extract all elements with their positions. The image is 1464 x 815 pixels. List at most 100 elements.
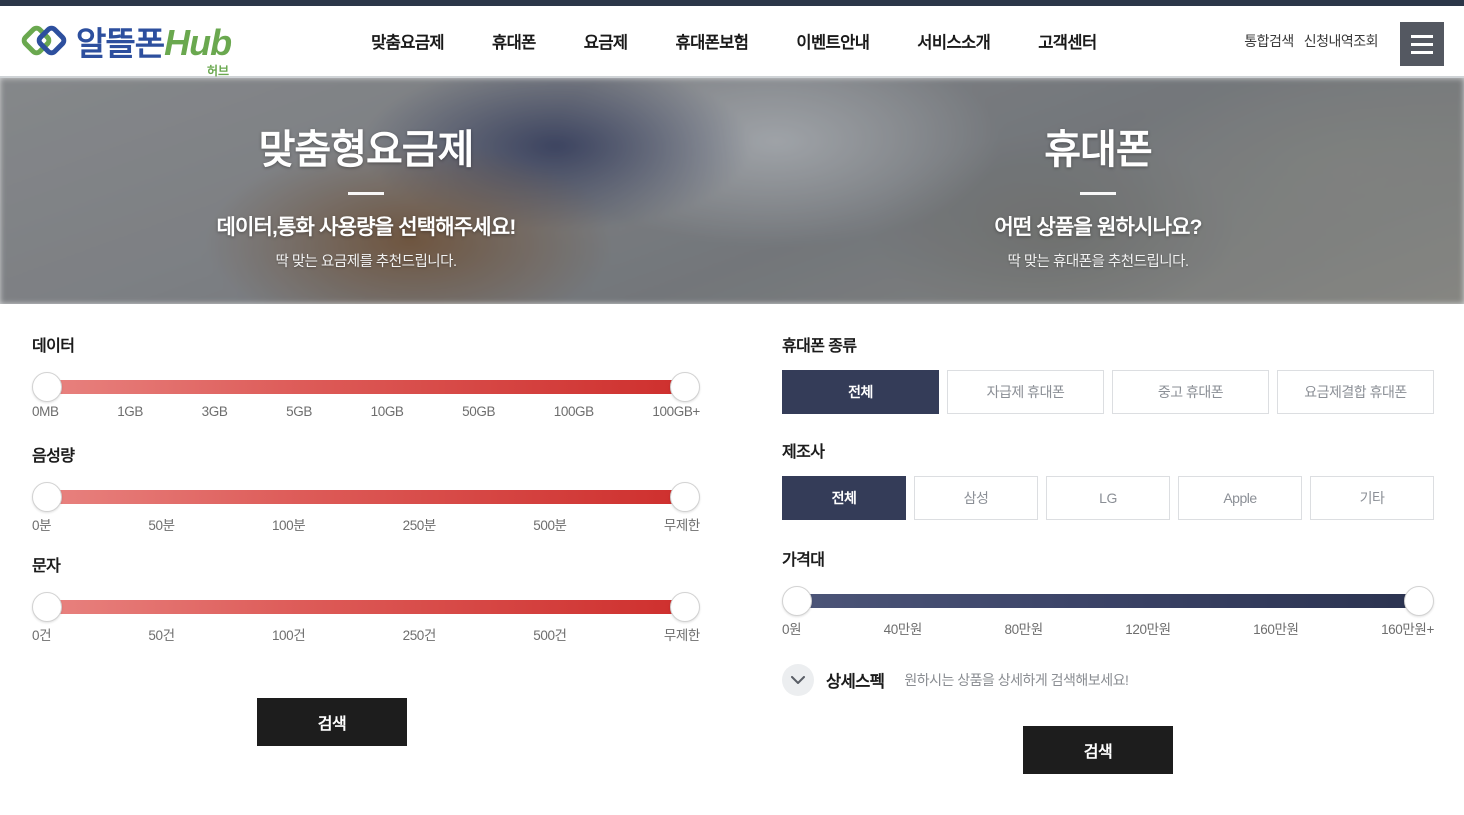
manufacturer-field: 제조사 전체 삼성 LG Apple 기타 (782, 438, 1434, 520)
sms-range-slider[interactable]: 0건 50건 100건 250건 500건 무제한 (32, 590, 700, 643)
data-tick-4: 10GB (370, 404, 404, 419)
nav-item-events[interactable]: 이벤트안내 (796, 29, 870, 53)
detail-spec-toggle[interactable]: 상세스펙 원하시는 상품을 상세하게 검색해보세요! (782, 664, 1434, 696)
sms-slider-ticks: 0건 50건 100건 250건 500건 무제한 (32, 624, 700, 644)
right-search-row: 검색 (782, 726, 1434, 774)
nav-item-service-intro[interactable]: 서비스소개 (917, 29, 991, 53)
data-slider-handle-min[interactable] (32, 372, 62, 402)
price-slider-handle-min[interactable] (782, 586, 812, 616)
nav-item-custom-plan[interactable]: 맞춤요금제 (371, 29, 445, 53)
nav-item-plans[interactable]: 요금제 (584, 29, 628, 53)
logo-diamonds-icon (18, 22, 70, 60)
sms-slider-handle-max[interactable] (670, 592, 700, 622)
price-tick-3: 120만원 (1125, 622, 1171, 637)
sms-tick-3: 250건 (402, 628, 437, 643)
data-slider-handle-max[interactable] (670, 372, 700, 402)
sms-slider-label: 문자 (32, 558, 61, 575)
sms-tick-0: 0건 (32, 628, 52, 643)
voice-tick-5: 무제한 (663, 518, 700, 533)
price-slider-field: 가격대 0원 40만원 80만원 120만원 160만원 160만원+ (782, 546, 1434, 637)
hero-banner: 맞춤형요금제 데이터,통화 사용량을 선택해주세요! 딱 맞는 요금제를 추천드… (0, 78, 1464, 304)
phone-type-option-unlocked[interactable]: 자급제 휴대폰 (947, 370, 1104, 414)
price-tick-1: 40만원 (883, 622, 923, 637)
voice-tick-0: 0분 (32, 518, 52, 533)
phone-type-field: 휴대폰 종류 전체 자급제 휴대폰 중고 휴대폰 요금제결합 휴대폰 (782, 332, 1434, 414)
manufacturer-label: 제조사 (782, 444, 825, 461)
logo-text-sub: 허브 (206, 64, 230, 78)
hero-left-lead: 데이터,통화 사용량을 선택해주세요! (216, 216, 516, 239)
manufacturer-option-all[interactable]: 전체 (782, 476, 906, 520)
nav-item-phones[interactable]: 휴대폰 (492, 29, 536, 53)
hero-right-title: 휴대폰 (1044, 128, 1152, 172)
sms-tick-5: 무제한 (663, 628, 700, 643)
hero-right-sub: 딱 맞는 휴대폰을 추천드립니다. (1007, 254, 1189, 270)
hero-left-divider (348, 192, 384, 195)
utility-link-search[interactable]: 통합검색 (1244, 31, 1294, 51)
data-slider-label: 데이터 (32, 338, 75, 355)
price-slider-ticks: 0원 40만원 80만원 120만원 160만원 160만원+ (782, 618, 1434, 638)
data-tick-3: 5GB (286, 404, 312, 419)
price-tick-0: 0원 (782, 622, 802, 637)
voice-range-slider[interactable]: 0분 50분 100분 250분 500분 무제한 (32, 480, 700, 533)
nav-item-customer-center[interactable]: 고객센터 (1038, 29, 1097, 53)
voice-slider-field: 음성량 0분 50분 100분 250분 500분 무제한 (32, 442, 700, 533)
chevron-down-icon (782, 664, 814, 696)
plan-search-button[interactable]: 검색 (257, 698, 407, 746)
utility-link-history[interactable]: 신청내역조회 (1304, 31, 1379, 51)
phone-type-option-plan-bundle[interactable]: 요금제결합 휴대폰 (1277, 370, 1434, 414)
voice-slider-handle-min[interactable] (32, 482, 62, 512)
price-tick-5: 160만원+ (1381, 622, 1434, 637)
price-slider-handle-max[interactable] (1404, 586, 1434, 616)
logo-text-kr: 알뜰폰 (76, 25, 165, 62)
utility-links: 통합검색 신청내역조회 (1244, 31, 1378, 51)
hero-left-title: 맞춤형요금제 (258, 128, 475, 172)
hero-left: 맞춤형요금제 데이터,통화 사용량을 선택해주세요! 딱 맞는 요금제를 추천드… (0, 78, 732, 304)
price-tick-4: 160만원 (1253, 622, 1299, 637)
phone-search-button[interactable]: 검색 (1023, 726, 1173, 774)
sms-tick-2: 100건 (271, 628, 306, 643)
manufacturer-option-samsung[interactable]: 삼성 (914, 476, 1038, 520)
price-tick-2: 80만원 (1004, 622, 1043, 637)
voice-tick-1: 50분 (148, 518, 175, 533)
phone-type-options: 전체 자급제 휴대폰 중고 휴대폰 요금제결합 휴대폰 (782, 370, 1434, 414)
phone-search-panel: 휴대폰 종류 전체 자급제 휴대폰 중고 휴대폰 요금제결합 휴대폰 제조사 전… (732, 304, 1464, 815)
hero-left-sub: 딱 맞는 요금제를 추천드립니다. (275, 254, 457, 270)
data-slider-track (46, 380, 686, 394)
phone-type-option-all[interactable]: 전체 (782, 370, 939, 414)
manufacturer-option-other[interactable]: 기타 (1310, 476, 1434, 520)
hero-right: 휴대폰 어떤 상품을 원하시나요? 딱 맞는 휴대폰을 추천드립니다. (732, 78, 1464, 304)
voice-slider-ticks: 0분 50분 100분 250분 500분 무제한 (32, 514, 700, 534)
data-slider-field: 데이터 0MB 1GB 3GB 5GB 10GB 50GB 100GB 100G… (32, 332, 700, 419)
sms-tick-1: 50건 (148, 628, 175, 643)
data-range-slider[interactable]: 0MB 1GB 3GB 5GB 10GB 50GB 100GB 100GB+ (32, 370, 700, 419)
left-search-row: 검색 (32, 698, 700, 746)
phone-type-option-used[interactable]: 중고 휴대폰 (1112, 370, 1269, 414)
hero-right-lead: 어떤 상품을 원하시나요? (994, 216, 1202, 239)
voice-tick-4: 500분 (533, 518, 567, 533)
detail-spec-title: 상세스펙 (826, 673, 885, 691)
sms-slider-track (46, 600, 686, 614)
manufacturer-options: 전체 삼성 LG Apple 기타 (782, 476, 1434, 520)
logo-wordmark: 알뜰폰 Hub 허브 (76, 17, 232, 78)
site-logo[interactable]: 알뜰폰 Hub 허브 (18, 6, 232, 78)
voice-tick-2: 100분 (271, 518, 306, 533)
data-tick-6: 100GB (553, 404, 594, 419)
hamburger-menu-icon[interactable] (1400, 22, 1444, 66)
nav-item-phone-insurance[interactable]: 휴대폰보험 (675, 29, 749, 53)
logo-text-en: Hub (164, 22, 232, 63)
data-tick-1: 1GB (117, 404, 144, 419)
data-tick-0: 0MB (32, 404, 59, 419)
voice-tick-3: 250분 (402, 518, 437, 533)
price-slider-label: 가격대 (782, 552, 825, 569)
hero-right-divider (1080, 192, 1116, 195)
manufacturer-option-lg[interactable]: LG (1046, 476, 1170, 520)
voice-slider-track (46, 490, 686, 504)
manufacturer-option-apple[interactable]: Apple (1178, 476, 1302, 520)
search-panels: 데이터 0MB 1GB 3GB 5GB 10GB 50GB 100GB 100G… (0, 304, 1464, 815)
site-header: 알뜰폰 Hub 허브 맞춤요금제 휴대폰 요금제 휴대폰보험 이벤트안내 서비스… (0, 6, 1464, 78)
price-slider-track (796, 594, 1420, 608)
voice-slider-handle-max[interactable] (670, 482, 700, 512)
price-range-slider[interactable]: 0원 40만원 80만원 120만원 160만원 160만원+ (782, 584, 1434, 637)
data-slider-ticks: 0MB 1GB 3GB 5GB 10GB 50GB 100GB 100GB+ (32, 404, 700, 419)
sms-slider-handle-min[interactable] (32, 592, 62, 622)
